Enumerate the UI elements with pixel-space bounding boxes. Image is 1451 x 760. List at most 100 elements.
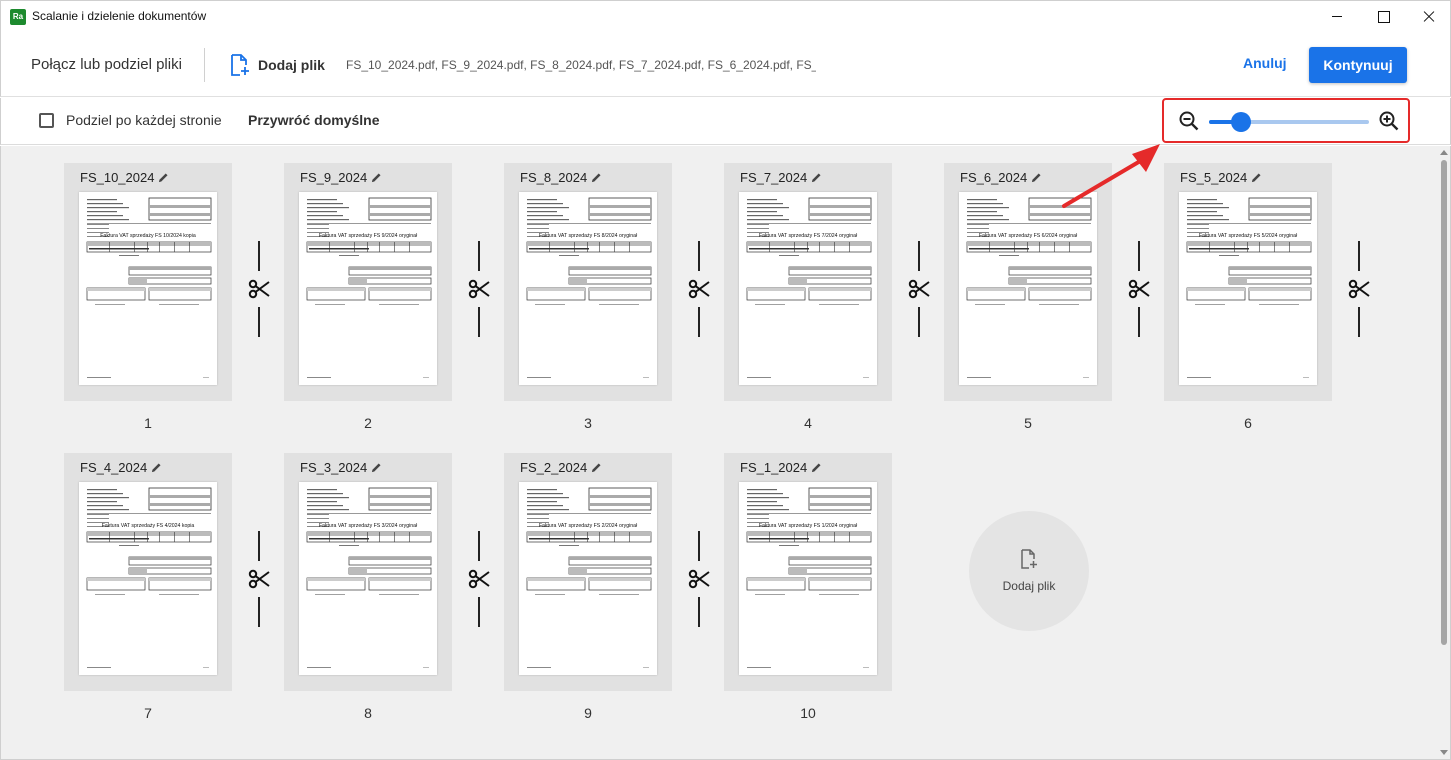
- zoom-control-highlight: [1162, 98, 1410, 143]
- split-line: [698, 531, 700, 561]
- split-line: [478, 531, 480, 561]
- pencil-icon[interactable]: [591, 462, 602, 473]
- maximize-button[interactable]: [1360, 1, 1406, 32]
- pencil-icon[interactable]: [158, 172, 169, 183]
- split-marker[interactable]: [688, 531, 710, 627]
- split-line: [478, 597, 480, 627]
- vertical-scrollbar[interactable]: [1437, 146, 1450, 759]
- svg-text:Faktura VAT sprzedaży FS 8/202: Faktura VAT sprzedaży FS 8/2024 oryginał: [539, 233, 638, 239]
- pencil-icon[interactable]: [1251, 172, 1262, 183]
- svg-text:Faktura VAT sprzedaży FS 3/202: Faktura VAT sprzedaży FS 3/2024 oryginał: [319, 523, 418, 529]
- svg-text:Faktura VAT sprzedaży FS 4/202: Faktura VAT sprzedaży FS 4/2024 kopia: [102, 523, 195, 529]
- scroll-thumb[interactable]: [1441, 160, 1447, 645]
- split-marker[interactable]: [688, 241, 710, 337]
- scroll-down-arrow[interactable]: [1440, 750, 1448, 755]
- split-line: [1138, 241, 1140, 271]
- split-marker[interactable]: [248, 531, 270, 627]
- page-thumbnail[interactable]: Faktura VAT sprzedaży FS 2/2024 oryginał: [519, 482, 657, 675]
- page-thumbnail[interactable]: Faktura VAT sprzedaży FS 8/2024 oryginał: [519, 192, 657, 385]
- add-file-label: Dodaj plik: [258, 57, 325, 73]
- document-card[interactable]: FS_1_2024 Faktura VAT sprzedaży FS 1/2024…: [724, 453, 892, 691]
- document-card[interactable]: FS_5_2024 Faktura VAT sprzedaży FS 5/2024…: [1164, 163, 1332, 401]
- scissors-icon[interactable]: [468, 568, 490, 590]
- document-name-text: FS_1_2024: [740, 460, 808, 475]
- split-each-page-label[interactable]: Podziel po każdej stronie: [66, 112, 222, 128]
- split-marker[interactable]: [468, 241, 490, 337]
- document-card[interactable]: FS_9_2024 Faktura VAT sprzedaży FS 9/2024…: [284, 163, 452, 401]
- split-marker[interactable]: [248, 241, 270, 337]
- split-marker[interactable]: [908, 241, 930, 337]
- split-marker[interactable]: [1348, 241, 1370, 337]
- page-thumbnail[interactable]: Faktura VAT sprzedaży FS 7/2024 oryginał: [739, 192, 877, 385]
- split-line: [918, 241, 920, 271]
- app-icon: Ra: [10, 9, 26, 25]
- page-thumbnail[interactable]: Faktura VAT sprzedaży FS 6/2024 oryginał: [959, 192, 1097, 385]
- invoice-preview: Faktura VAT sprzedaży FS 7/2024 oryginał: [746, 197, 872, 378]
- invoice-preview: Faktura VAT sprzedaży FS 10/2024 kopia: [86, 197, 212, 378]
- scissors-icon[interactable]: [248, 278, 270, 300]
- scissors-icon[interactable]: [908, 278, 930, 300]
- add-file-tile[interactable]: Dodaj plik: [969, 511, 1089, 631]
- document-number: 6: [1244, 415, 1252, 431]
- svg-text:Faktura VAT sprzedaży FS 6/202: Faktura VAT sprzedaży FS 6/2024 oryginał: [979, 233, 1078, 239]
- page-thumbnail[interactable]: Faktura VAT sprzedaży FS 1/2024 oryginał: [739, 482, 877, 675]
- close-button[interactable]: [1406, 1, 1451, 32]
- scissors-icon[interactable]: [688, 568, 710, 590]
- document-name: FS_7_2024: [740, 170, 822, 185]
- scroll-up-arrow[interactable]: [1440, 150, 1448, 155]
- pencil-icon[interactable]: [371, 462, 382, 473]
- document-card[interactable]: FS_2_2024 Faktura VAT sprzedaży FS 2/2024…: [504, 453, 672, 691]
- document-card[interactable]: FS_8_2024 Faktura VAT sprzedaży FS 8/2024…: [504, 163, 672, 401]
- pencil-icon[interactable]: [1031, 172, 1042, 183]
- split-line: [1138, 307, 1140, 337]
- split-marker[interactable]: [1128, 241, 1150, 337]
- minimize-button[interactable]: [1314, 1, 1360, 32]
- split-line: [258, 241, 260, 271]
- page-thumbnail[interactable]: Faktura VAT sprzedaży FS 9/2024 oryginał: [299, 192, 437, 385]
- document-name-text: FS_3_2024: [300, 460, 368, 475]
- scissors-icon[interactable]: [688, 278, 710, 300]
- document-name-text: FS_6_2024: [960, 170, 1028, 185]
- add-file-button[interactable]: Dodaj plik: [229, 52, 325, 78]
- document-card[interactable]: FS_6_2024 Faktura VAT sprzedaży FS 6/2024…: [944, 163, 1112, 401]
- pencil-icon[interactable]: [591, 172, 602, 183]
- invoice-preview: Faktura VAT sprzedaży FS 2/2024 oryginał: [526, 487, 652, 668]
- pencil-icon[interactable]: [811, 172, 822, 183]
- document-card[interactable]: FS_3_2024 Faktura VAT sprzedaży FS 3/2024…: [284, 453, 452, 691]
- page-thumbnail[interactable]: Faktura VAT sprzedaży FS 4/2024 kopia: [79, 482, 217, 675]
- zoom-slider-thumb[interactable]: [1231, 112, 1251, 132]
- page-thumbnail[interactable]: Faktura VAT sprzedaży FS 5/2024 oryginał: [1179, 192, 1317, 385]
- pencil-icon[interactable]: [811, 462, 822, 473]
- page-thumbnail[interactable]: Faktura VAT sprzedaży FS 3/2024 oryginał: [299, 482, 437, 675]
- zoom-out-icon[interactable]: [1178, 110, 1200, 132]
- scissors-icon[interactable]: [468, 278, 490, 300]
- document-card[interactable]: FS_10_2024 Faktura VAT sprzedaży FS 10/20…: [64, 163, 232, 401]
- zoom-in-icon[interactable]: [1378, 110, 1400, 132]
- svg-text:Faktura VAT sprzedaży FS 5/202: Faktura VAT sprzedaży FS 5/2024 oryginał: [1199, 233, 1298, 239]
- scissors-icon[interactable]: [1128, 278, 1150, 300]
- document-card[interactable]: FS_4_2024 Faktura VAT sprzedaży FS 4/2024…: [64, 453, 232, 691]
- document-number: 4: [804, 415, 812, 431]
- document-name: FS_4_2024: [80, 460, 162, 475]
- document-name-text: FS_10_2024: [80, 170, 155, 185]
- document-name: FS_10_2024: [80, 170, 169, 185]
- pencil-icon[interactable]: [151, 462, 162, 473]
- scissors-icon[interactable]: [1348, 278, 1370, 300]
- zoom-slider[interactable]: [1209, 112, 1369, 132]
- pencil-icon[interactable]: [371, 172, 382, 183]
- scissors-icon[interactable]: [248, 568, 270, 590]
- continue-button[interactable]: Kontynuuj: [1309, 47, 1407, 83]
- page-title: Połącz lub podziel pliki: [31, 56, 182, 73]
- split-each-page-checkbox[interactable]: [39, 113, 54, 128]
- split-line: [698, 241, 700, 271]
- split-marker[interactable]: [468, 531, 490, 627]
- restore-defaults-button[interactable]: Przywróć domyślne: [248, 112, 380, 128]
- document-name-text: FS_5_2024: [1180, 170, 1248, 185]
- document-number: 3: [584, 415, 592, 431]
- cancel-button[interactable]: Anuluj: [1243, 55, 1287, 71]
- document-card[interactable]: FS_7_2024 Faktura VAT sprzedaży FS 7/2024…: [724, 163, 892, 401]
- split-line: [698, 597, 700, 627]
- document-name-text: FS_7_2024: [740, 170, 808, 185]
- document-name: FS_6_2024: [960, 170, 1042, 185]
- page-thumbnail[interactable]: Faktura VAT sprzedaży FS 10/2024 kopia: [79, 192, 217, 385]
